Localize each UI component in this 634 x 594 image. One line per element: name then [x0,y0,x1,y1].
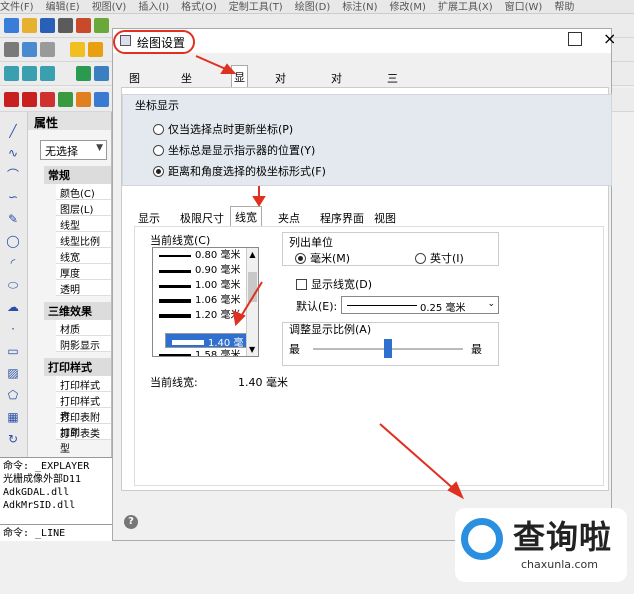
logo-text: 查询啦 [513,518,613,556]
arrow-head [252,196,266,207]
watermark-logo: 查询啦 chaxunla.com [455,508,627,582]
arrow-to-display-tab [195,55,229,71]
arrow-to-logo [379,423,456,491]
arrow-head [447,481,465,500]
annotation-arrows [195,55,465,500]
logo-q-icon [461,518,503,560]
logo-url: chaxunla.com [521,558,598,571]
arrow-to-list [239,281,263,319]
arrow-head [220,63,237,74]
